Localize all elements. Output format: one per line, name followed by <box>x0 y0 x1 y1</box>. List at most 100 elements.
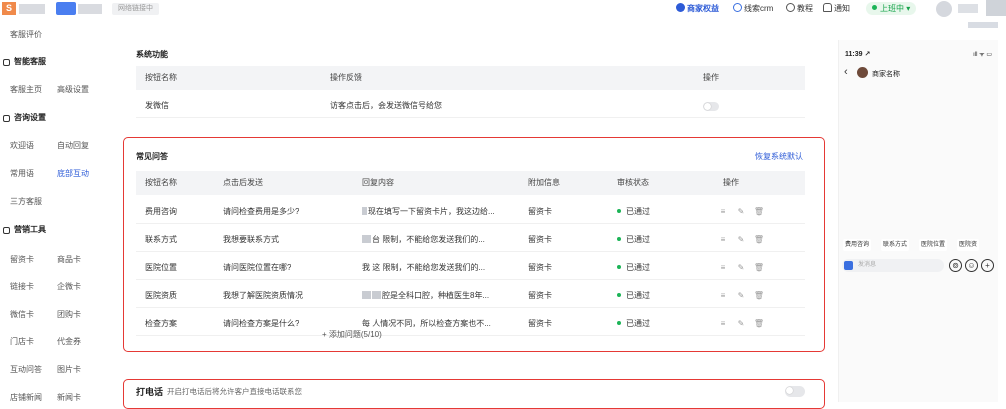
send-text-cell: 请问检查费用是多少? <box>223 207 300 216</box>
status-cell: 已通过 <box>617 256 650 280</box>
online-dot-icon <box>872 5 877 10</box>
phone-call-title: 打电话 <box>136 387 164 397</box>
sidebar-row: 三方客服 <box>0 192 112 212</box>
merchant-avatar <box>857 67 868 78</box>
delete-icon[interactable]: 🗑 <box>750 228 768 252</box>
drag-handle-icon[interactable]: ≡ <box>714 200 732 224</box>
sidebar-item-third-party[interactable]: 三方客服 <box>10 192 42 212</box>
restore-default-button[interactable]: 恢复系统默认 <box>755 151 803 162</box>
button-name-cell: 检查方案 <box>145 319 177 328</box>
edit-icon[interactable]: ✎ <box>732 312 750 336</box>
send-text-cell: 我想要联系方式 <box>223 235 279 244</box>
status-cell: 已通过 <box>617 312 650 336</box>
status-bar-time: 11:39 ↗ <box>845 51 871 58</box>
column-header: 回复内容 <box>362 178 394 187</box>
blurred-text <box>362 207 367 215</box>
feedback-cell: 访客点击后，会发送微信号给您 <box>330 101 442 110</box>
sidebar-item-image-card[interactable]: 图片卡 <box>57 360 81 380</box>
sidebar-item-customer-review[interactable]: 客服评价 <box>10 25 42 45</box>
preview-chip[interactable]: 医院位置 <box>919 239 948 251</box>
plus-icon[interactable]: + <box>981 259 994 272</box>
sidebar-item-lead-card[interactable]: 留资卡 <box>10 250 34 270</box>
sidebar-group-smart-service[interactable]: 智能客服 <box>0 52 112 72</box>
crm-icon <box>733 3 742 12</box>
sidebar-item-service-home[interactable]: 客服主页 <box>10 80 42 100</box>
back-arrow-icon[interactable]: ‹ <box>844 66 848 78</box>
extra-info-cell: 留资卡 <box>528 319 552 328</box>
sidebar-row: 客服主页 高级设置 <box>0 80 112 100</box>
status-cell: 已通过 <box>617 200 650 224</box>
phone-call-toggle[interactable] <box>785 386 805 397</box>
app-logo[interactable]: S <box>2 2 16 15</box>
merchant-rights-link[interactable]: 商家权益 <box>676 3 719 15</box>
blurred-element <box>986 0 1006 16</box>
voice-icon[interactable]: ⊚ <box>949 259 962 272</box>
column-header: 按钮名称 <box>145 178 177 187</box>
blurred-logo <box>56 2 76 15</box>
sidebar-item-group-buy-card[interactable]: 团购卡 <box>57 305 81 325</box>
sidebar: 客服评价 智能客服 客服主页 高级设置 咨询设置 欢迎语 自动回复 常用语 底部… <box>0 18 112 402</box>
sidebar-item-voucher[interactable]: 代金券 <box>57 332 81 352</box>
edit-icon[interactable]: ✎ <box>732 200 750 224</box>
drag-handle-icon[interactable]: ≡ <box>714 228 732 252</box>
work-status-dropdown[interactable]: 上班中 ▾ <box>866 2 917 15</box>
row-actions: ≡ ✎ 🗑 <box>714 228 768 252</box>
sidebar-item-store-card[interactable]: 门店卡 <box>10 332 34 352</box>
preview-chip[interactable]: 医院资 <box>957 239 980 251</box>
sidebar-group-marketing[interactable]: 营销工具 <box>0 220 112 240</box>
blurred-text <box>362 291 371 299</box>
reply-cell: 我 这 限制，不能给您发送我们的... <box>362 263 486 272</box>
add-question-button[interactable]: + 添加问题(5/10) <box>322 329 382 340</box>
connection-tag: 网络链接中 <box>112 3 159 15</box>
delete-icon[interactable]: 🗑 <box>750 256 768 280</box>
merchant-name: 商家名称 <box>872 71 900 78</box>
marketing-icon <box>3 227 10 234</box>
drag-handle-icon[interactable]: ≡ <box>714 284 732 308</box>
delete-icon[interactable]: 🗑 <box>750 200 768 224</box>
drag-handle-icon[interactable]: ≡ <box>714 312 732 336</box>
edit-icon[interactable]: ✎ <box>732 284 750 308</box>
sidebar-item-product-card[interactable]: 商品卡 <box>57 250 81 270</box>
signal-battery-icon: ıll ᯤ ▭ <box>973 52 992 58</box>
preview-chip[interactable]: 费用咨询 <box>843 239 872 251</box>
sidebar-row: 链接卡 企微卡 <box>0 277 112 297</box>
emoji-icon[interactable]: ☺ <box>965 259 978 272</box>
sidebar-item-bottom-interaction[interactable]: 底部互动 <box>57 164 89 184</box>
sidebar-row: 微信卡 团购卡 <box>0 305 112 325</box>
crm-link[interactable]: 线索crm <box>733 3 773 15</box>
reply-cell: 台 限制，不能给您发送我们的... <box>362 228 512 252</box>
sidebar-item-common-words[interactable]: 常用语 <box>10 164 34 184</box>
user-avatar[interactable] <box>936 1 952 17</box>
edit-icon[interactable]: ✎ <box>732 256 750 280</box>
blurred-username <box>958 4 978 13</box>
send-wechat-toggle[interactable] <box>703 102 719 111</box>
sidebar-group-consult[interactable]: 咨询设置 <box>0 108 112 128</box>
reply-cell: 腔是全科口腔，种植医生8年... <box>362 284 512 308</box>
sidebar-item-advanced-settings[interactable]: 高级设置 <box>57 80 89 100</box>
table-row: 医院资质 我想了解医院资质情况 腔是全科口腔，种植医生8年... 留资卡 已通过… <box>136 284 805 308</box>
sidebar-item-link-card[interactable]: 链接卡 <box>10 277 34 297</box>
smart-service-icon <box>3 59 10 66</box>
sidebar-item-news-card[interactable]: 新闻卡 <box>57 388 81 408</box>
consult-icon <box>3 115 10 122</box>
course-link[interactable]: 教程 <box>786 3 813 15</box>
table-row: 联系方式 我想要联系方式 台 限制，不能给您发送我们的... 留资卡 已通过 ≡… <box>136 228 805 252</box>
delete-icon[interactable]: 🗑 <box>750 284 768 308</box>
drag-handle-icon[interactable]: ≡ <box>714 256 732 280</box>
button-name-cell: 医院资质 <box>145 291 177 300</box>
sidebar-item-wechat-card[interactable]: 企微卡 <box>57 277 81 297</box>
merchant-icon <box>676 3 685 12</box>
sidebar-item-interactive-qa[interactable]: 互动问答 <box>10 360 42 380</box>
column-header: 附加信息 <box>528 178 560 187</box>
delete-icon[interactable]: 🗑 <box>750 312 768 336</box>
edit-icon[interactable]: ✎ <box>732 228 750 252</box>
sidebar-item-welcome[interactable]: 欢迎语 <box>10 136 34 156</box>
extra-info-cell: 留资卡 <box>528 263 552 272</box>
notice-link[interactable]: 通知 <box>823 3 850 15</box>
preview-chip[interactable]: 联系方式 <box>881 239 910 251</box>
sidebar-item-store-news[interactable]: 店铺新闻 <box>10 388 42 408</box>
camera-icon[interactable] <box>844 261 853 270</box>
sidebar-item-auto-reply[interactable]: 自动回复 <box>57 136 89 156</box>
sidebar-item-weixin-card[interactable]: 微信卡 <box>10 305 34 325</box>
table-row: 发微信 访客点击后，会发送微信号给您 <box>136 94 805 118</box>
